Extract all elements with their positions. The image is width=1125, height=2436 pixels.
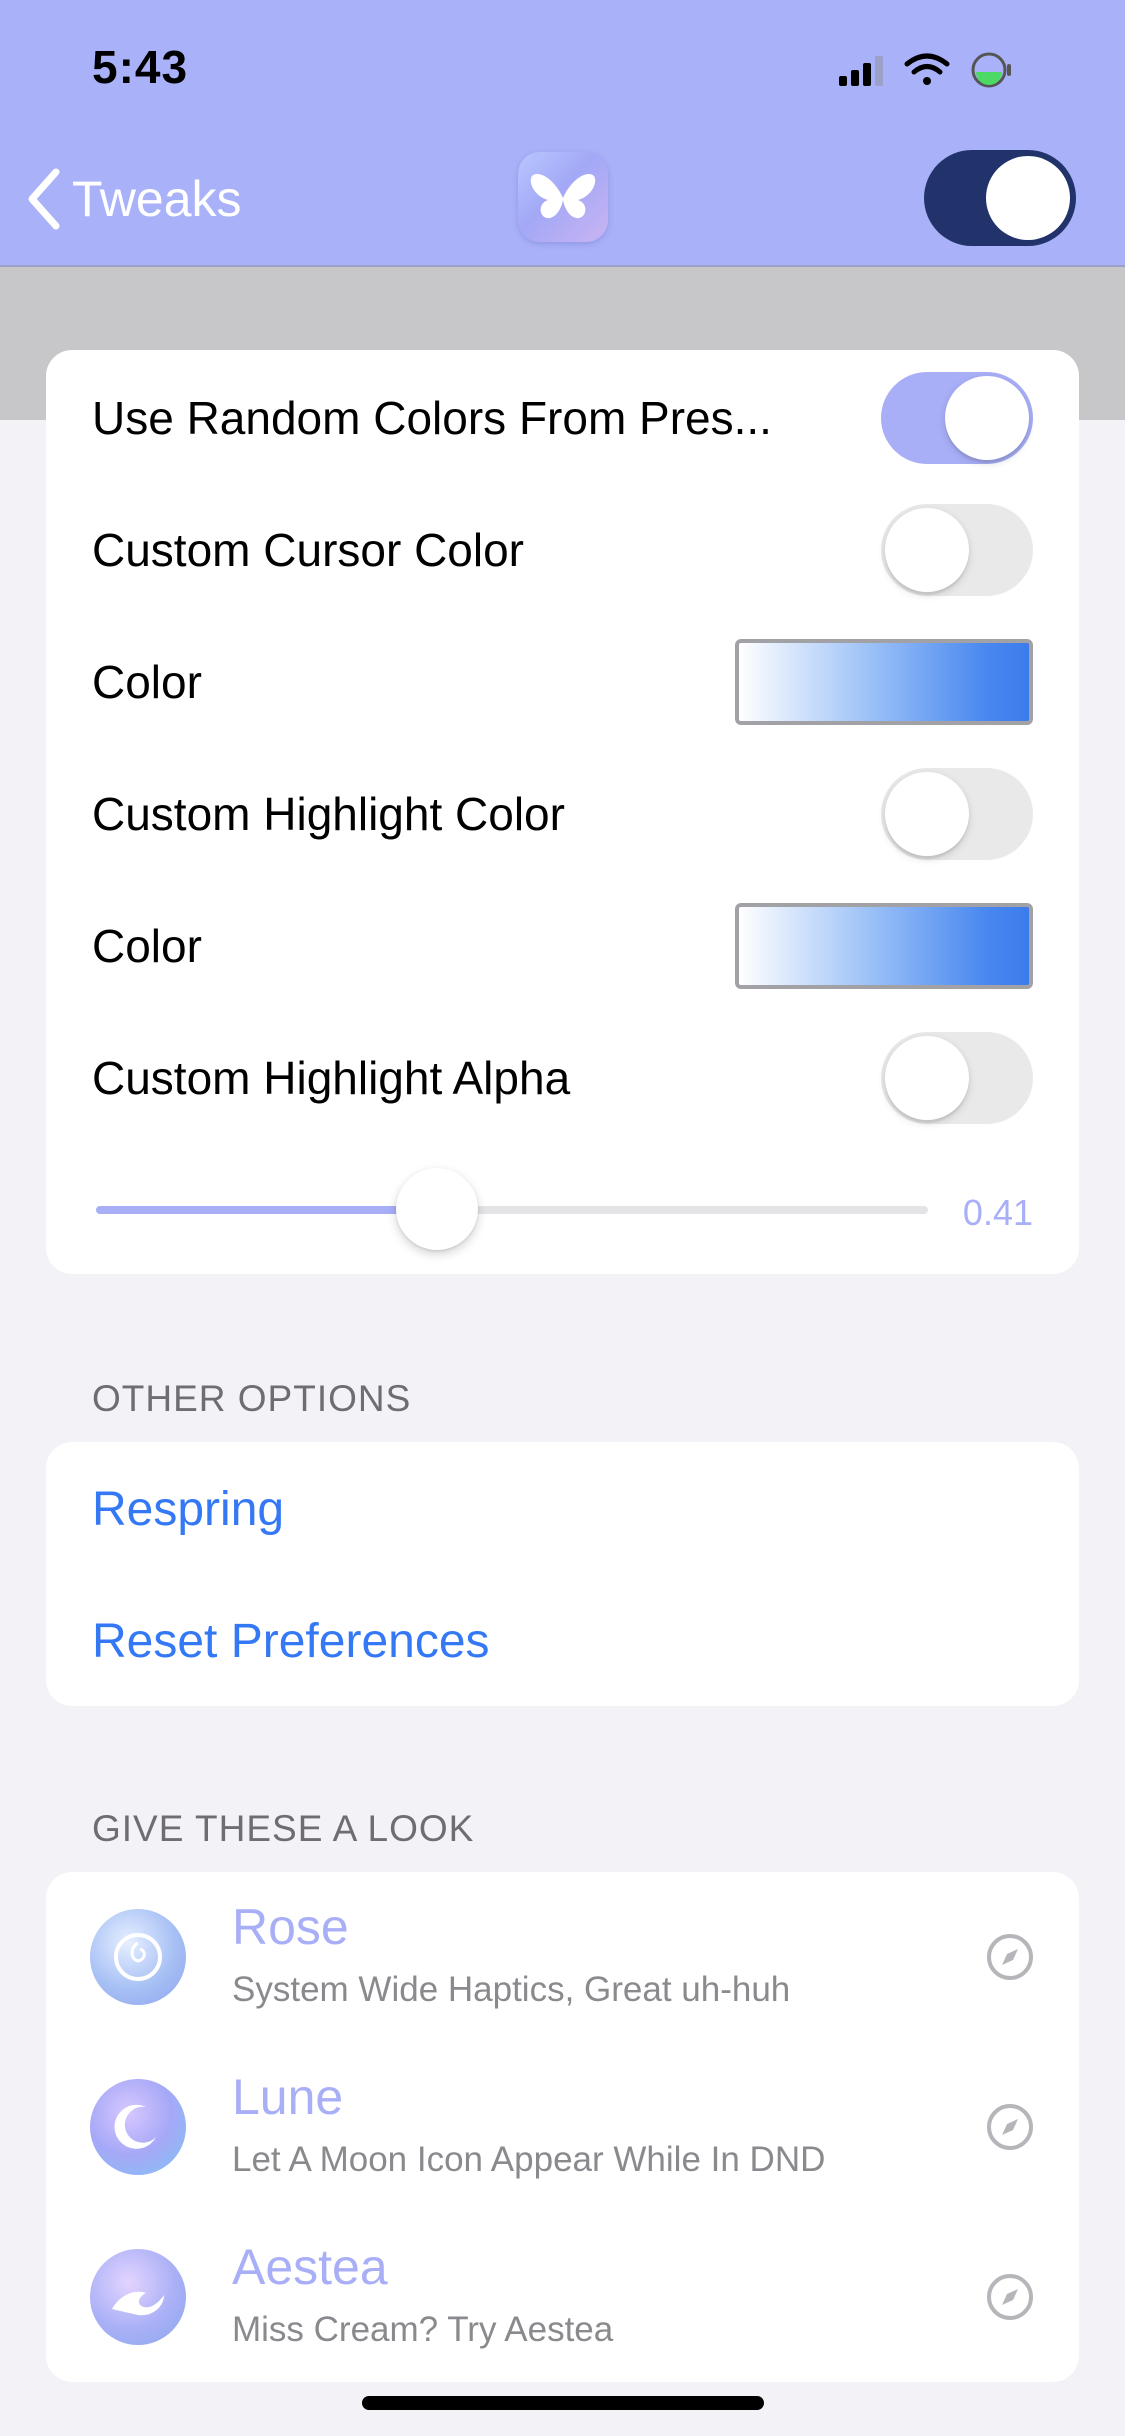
section-header-other-options: OTHER OPTIONS: [92, 1378, 412, 1419]
butterfly-icon: [518, 152, 608, 242]
cellular-signal-icon: [839, 56, 883, 86]
moon-icon: [90, 2079, 186, 2175]
master-enable-toggle[interactable]: [924, 150, 1076, 246]
row-label: Custom Highlight Alpha: [92, 1052, 571, 1104]
toggle-knob: [885, 508, 969, 592]
row-label: Custom Cursor Color: [92, 524, 524, 576]
random-colors-toggle[interactable]: [881, 372, 1033, 464]
compass-icon: [987, 2104, 1033, 2150]
back-button[interactable]: Tweaks: [24, 164, 242, 234]
alpha-slider-thumb[interactable]: [396, 1168, 479, 1250]
cursor-color-toggle[interactable]: [881, 504, 1033, 596]
back-label: Tweaks: [72, 171, 242, 227]
settings-row-highlight-alpha: Custom Highlight Alpha: [46, 1012, 1079, 1144]
settings-row-random-colors: Use Random Colors From Pres...: [46, 352, 1079, 484]
toggle-knob: [945, 376, 1029, 460]
alpha-slider-track[interactable]: [96, 1206, 928, 1214]
toggle-knob: [885, 772, 969, 856]
rose-icon: [90, 1909, 186, 2005]
settings-row-cursor-color-picker: Color: [46, 616, 1079, 748]
compass-icon: [987, 1934, 1033, 1980]
respring-button[interactable]: Respring: [92, 1482, 284, 1537]
settings-row-highlight-color-picker: Color: [46, 880, 1079, 1012]
status-icons: [839, 52, 1011, 88]
section-header-give-these-a-look: GIVE THESE A LOOK: [92, 1808, 475, 1849]
compass-icon: [987, 2274, 1033, 2320]
row-label: Use Random Colors From Pres...: [92, 392, 772, 444]
highlight-color-toggle[interactable]: [881, 768, 1033, 860]
toggle-knob: [986, 156, 1070, 240]
recommendation-row-aestea[interactable]: Aestea Miss Cream? Try Aestea: [46, 2212, 1079, 2382]
recommendation-title: Aestea: [232, 2239, 388, 2295]
settings-row-cursor-color: Custom Cursor Color: [46, 484, 1079, 616]
recommendation-subtitle: System Wide Haptics, Great uh-huh: [232, 1970, 791, 2009]
row-label: Custom Highlight Color: [92, 788, 565, 840]
home-indicator: [362, 2396, 764, 2410]
reset-preferences-button[interactable]: Reset Preferences: [92, 1614, 490, 1669]
highlight-color-swatch[interactable]: [735, 903, 1033, 989]
status-time: 5:43: [92, 41, 189, 93]
recommendation-subtitle: Miss Cream? Try Aestea: [232, 2310, 614, 2349]
toggle-knob: [885, 1036, 969, 1120]
battery-icon: [971, 52, 1011, 88]
recommendation-row-lune[interactable]: Lune Let A Moon Icon Appear While In DND: [46, 2042, 1079, 2212]
recommendation-title: Lune: [232, 2069, 344, 2125]
wifi-icon: [904, 53, 950, 85]
recommendation-title: Rose: [232, 1899, 349, 1955]
row-label: Color: [92, 656, 202, 708]
cursor-color-swatch[interactable]: [735, 639, 1033, 725]
highlight-alpha-toggle[interactable]: [881, 1032, 1033, 1124]
recommendation-row-rose[interactable]: Rose System Wide Haptics, Great uh-huh: [46, 1872, 1079, 2042]
navigation-header: 5:43 Tweaks: [0, 0, 1125, 267]
wave-icon: [90, 2249, 186, 2345]
alpha-slider-fill: [96, 1206, 438, 1214]
alpha-slider-value: 0.41: [962, 1192, 1033, 1233]
row-label: Color: [92, 920, 202, 972]
recommendation-subtitle: Let A Moon Icon Appear While In DND: [232, 2140, 826, 2179]
chevron-left-icon: [28, 168, 60, 230]
settings-row-highlight-color: Custom Highlight Color: [46, 748, 1079, 880]
